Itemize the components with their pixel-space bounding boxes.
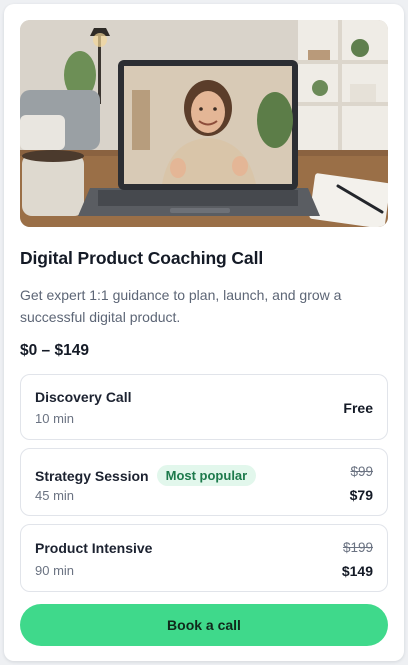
option-price: Free: [343, 400, 373, 416]
option-original-price: $99: [350, 464, 373, 479]
option-duration: 10 min: [35, 411, 75, 426]
option-title-row: Strategy Session Most popular: [35, 465, 257, 486]
product-description: Get expert 1:1 guidance to plan, launch,…: [20, 287, 342, 325]
option-duration: 45 min: [35, 488, 75, 503]
book-call-button[interactable]: Book a call: [20, 604, 388, 646]
product-title: Digital Product Coaching Call: [20, 248, 264, 268]
hero-image: [20, 20, 388, 227]
option-duration: 90 min: [35, 563, 75, 578]
product-card: Digital Product Coaching Call Get expert…: [4, 4, 404, 661]
price-range: $0 – $149: [20, 342, 89, 359]
option-name: Strategy Session: [35, 468, 149, 484]
option-name: Product Intensive: [35, 540, 153, 556]
option-product-intensive[interactable]: Product Intensive 90 min $199 $149: [20, 524, 388, 592]
option-strategy-session[interactable]: Strategy Session Most popular 45 min $99 …: [20, 448, 388, 516]
option-name: Discovery Call: [35, 389, 132, 405]
option-price: $149: [341, 563, 373, 579]
option-original-price: $199: [342, 540, 373, 555]
option-price: $79: [349, 487, 373, 503]
option-discovery-call[interactable]: Discovery Call 10 min Free: [20, 374, 388, 440]
most-popular-badge: Most popular: [156, 465, 257, 486]
video-call-illustration: [20, 20, 388, 227]
